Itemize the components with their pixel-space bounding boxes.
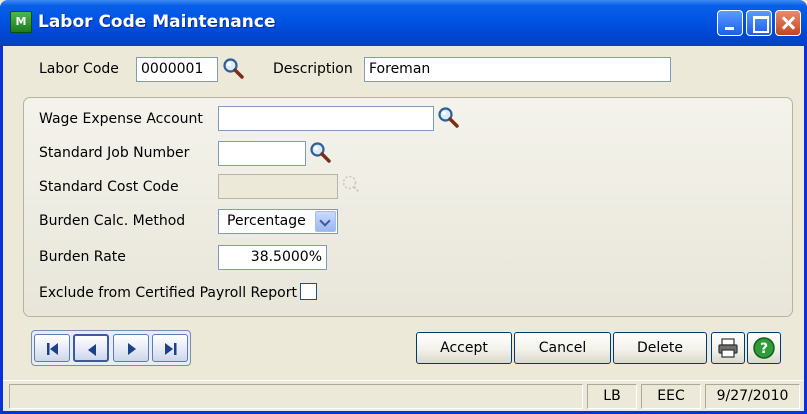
description-input[interactable]: Foreman xyxy=(364,57,671,82)
app-icon: M xyxy=(10,11,32,33)
help-button[interactable]: ? xyxy=(747,332,781,364)
labor-code-label: Labor Code xyxy=(39,61,119,77)
next-record-button[interactable] xyxy=(113,334,149,362)
next-record-icon xyxy=(128,343,136,355)
cancel-button-label: Cancel xyxy=(538,340,587,356)
std-cost-lookup-icon-disabled xyxy=(342,175,360,193)
previous-record-icon xyxy=(88,344,96,356)
first-record-icon xyxy=(47,343,58,355)
last-record-button[interactable] xyxy=(152,334,188,362)
maximize-button[interactable] xyxy=(746,10,772,36)
burden-method-label: Burden Calc. Method xyxy=(39,213,186,229)
help-icon: ? xyxy=(753,337,775,359)
status-bar: LB EEC 9/27/2010 xyxy=(3,380,804,411)
burden-method-value: Percentage xyxy=(227,213,306,229)
description-label: Description xyxy=(273,61,353,77)
status-message xyxy=(9,384,583,409)
exclude-certified-checkbox[interactable] xyxy=(300,283,317,300)
burden-rate-label: Burden Rate xyxy=(39,249,126,265)
labor-code-lookup-icon[interactable] xyxy=(222,57,244,79)
print-button[interactable] xyxy=(711,332,745,364)
first-record-button[interactable] xyxy=(34,334,70,362)
svg-text:?: ? xyxy=(760,341,768,357)
std-job-lookup-icon[interactable] xyxy=(309,141,331,163)
std-job-label: Standard Job Number xyxy=(39,145,190,161)
cancel-button[interactable]: Cancel xyxy=(514,332,611,364)
delete-button[interactable]: Delete xyxy=(613,332,707,364)
std-cost-input xyxy=(218,174,338,199)
exclude-certified-label: Exclude from Certified Payroll Report xyxy=(39,285,297,301)
chevron-down-icon[interactable] xyxy=(315,211,336,232)
labor-code-input[interactable]: 0000001 xyxy=(136,57,218,82)
title-bar[interactable]: M Labor Code Maintenance xyxy=(0,0,807,46)
burden-rate-input[interactable]: 38.5000% xyxy=(218,245,327,270)
burden-method-select[interactable]: Percentage xyxy=(218,209,338,234)
close-button[interactable] xyxy=(775,10,801,36)
status-date: 9/27/2010 xyxy=(705,384,800,409)
std-job-input[interactable] xyxy=(218,141,306,166)
std-cost-label: Standard Cost Code xyxy=(39,179,179,195)
labor-code-maintenance-window: M Labor Code Maintenance Labor Code 0000… xyxy=(0,0,807,414)
status-user: LB xyxy=(587,384,637,409)
wage-expense-input[interactable] xyxy=(218,106,434,131)
accept-button[interactable]: Accept xyxy=(416,332,512,364)
previous-record-button[interactable] xyxy=(73,334,109,362)
wage-expense-lookup-icon[interactable] xyxy=(437,106,459,128)
last-record-icon xyxy=(165,343,177,355)
window-title: Labor Code Maintenance xyxy=(38,12,276,32)
minimize-button[interactable] xyxy=(717,10,743,36)
delete-button-label: Delete xyxy=(637,340,683,356)
accept-button-label: Accept xyxy=(440,340,488,356)
wage-expense-label: Wage Expense Account xyxy=(39,111,203,127)
printer-icon xyxy=(718,338,738,358)
status-company: EEC xyxy=(641,384,701,409)
